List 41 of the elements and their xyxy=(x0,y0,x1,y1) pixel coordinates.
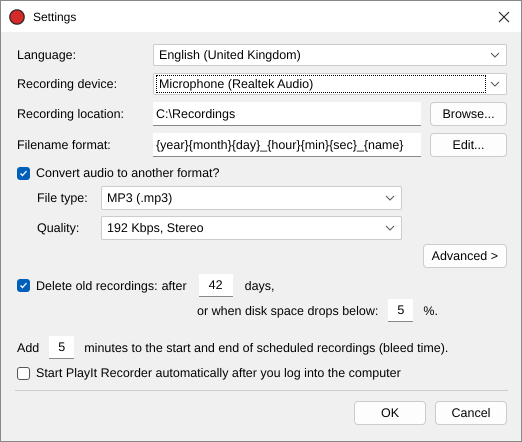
chevron-down-icon xyxy=(490,52,500,58)
checkmark-icon xyxy=(19,168,28,178)
checkbox-label: Start PlayIt Recorder automatically after you log into the computer xyxy=(36,366,401,380)
add-label: Add xyxy=(17,340,40,354)
field-label: Recording location: xyxy=(17,107,126,121)
chevron-down-icon xyxy=(490,81,500,87)
days-field[interactable]: 42 xyxy=(198,274,233,297)
dialog-button[interactable]: OK xyxy=(354,401,426,425)
text-field[interactable]: {year}{month}{day}_{hour}{min}{sec}_{name} xyxy=(153,133,421,157)
field-label: Language: xyxy=(17,48,78,62)
bleed-time-label: minutes to the start and end of scheduled recordings (bleed time). xyxy=(84,340,448,354)
checkbox[interactable] xyxy=(17,366,30,380)
close-icon[interactable] xyxy=(497,10,511,24)
field-label: Filename format: xyxy=(17,138,112,152)
text-field[interactable]: C:\Recordings xyxy=(153,102,421,126)
checkmark-icon xyxy=(19,281,28,290)
dropdown[interactable]: Microphone (Realtek Audio) xyxy=(153,73,507,95)
minutes-field[interactable]: 5 xyxy=(49,336,74,359)
after-label: after xyxy=(162,278,187,292)
field-label: Recording device: xyxy=(17,77,118,91)
days-label: days, xyxy=(244,278,275,292)
checkbox[interactable] xyxy=(17,279,30,292)
field-label: File type: xyxy=(37,191,89,205)
disk-space-field[interactable]: 5 xyxy=(388,299,414,322)
disk-space-label: or when disk space drops below: xyxy=(197,304,378,318)
dropdown[interactable]: 192 Kbps, Stereo xyxy=(101,216,402,240)
dialog-button[interactable]: Cancel xyxy=(435,401,507,425)
dropdown[interactable]: MP3 (.mp3) xyxy=(101,186,402,210)
percent-label: %. xyxy=(423,304,438,318)
dropdown[interactable]: English (United Kingdom) xyxy=(153,44,507,66)
field-label: Quality: xyxy=(37,221,80,235)
chevron-down-icon xyxy=(385,195,395,201)
checkbox-label: Delete old recordings: xyxy=(36,278,158,292)
window-title: Settings xyxy=(33,10,78,24)
checkbox[interactable] xyxy=(17,166,30,180)
chevron-down-icon xyxy=(385,225,395,231)
field-button[interactable]: Browse... xyxy=(430,102,507,126)
field-button[interactable]: Edit... xyxy=(430,133,507,157)
checkbox-label: Convert audio to another format? xyxy=(36,166,220,180)
record-icon xyxy=(9,8,25,24)
advanced-button[interactable]: Advanced > xyxy=(422,244,507,268)
